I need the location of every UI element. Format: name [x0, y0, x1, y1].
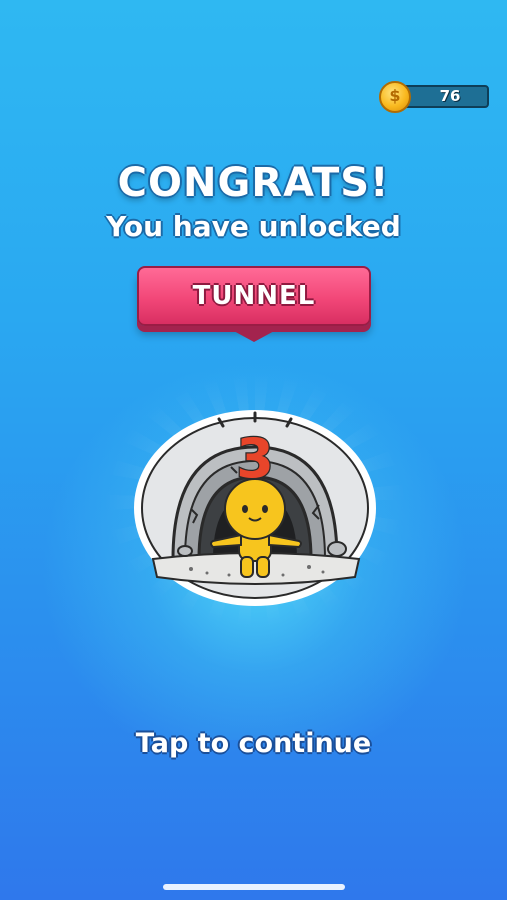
unlocked-item-name: TUNNEL: [192, 281, 316, 311]
coin-count: 76: [439, 87, 461, 105]
badge-notch: [232, 330, 276, 342]
tunnel-medallion: 3: [134, 410, 376, 606]
unlock-subtitle: You have unlocked: [106, 210, 401, 243]
coin-icon: $: [379, 81, 411, 113]
congrats-title: CONGRATS!: [117, 160, 390, 206]
level-number: 3: [236, 427, 274, 490]
unlocked-item-badge: TUNNEL: [137, 266, 371, 326]
home-indicator[interactable]: [163, 884, 345, 890]
dollar-sign: $: [389, 86, 401, 105]
tap-to-continue[interactable]: Tap to continue: [0, 728, 507, 759]
